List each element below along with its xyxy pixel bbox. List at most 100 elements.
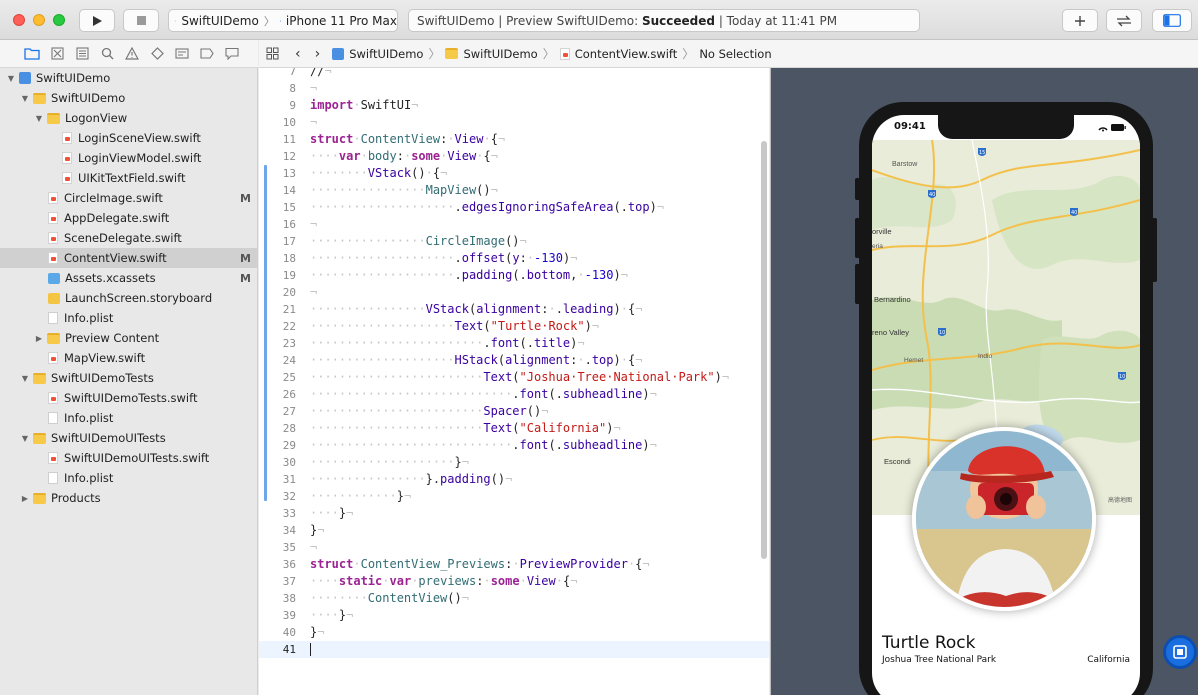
source-editor[interactable]: 7//¬ 8 ¬ 9 import·SwiftUI¬ 10 ¬ 11 struct·Co…: [259, 68, 769, 695]
preview-screen[interactable]: 09:41 Barstow orville eria Bernardino re…: [872, 115, 1140, 695]
jump-bar-selection[interactable]: No Selection: [699, 47, 771, 61]
code-review-button[interactable]: [1106, 9, 1142, 32]
forward-arrow-icon[interactable]: ›: [315, 46, 321, 62]
live-preview-button[interactable]: [1163, 635, 1197, 669]
tree-item-file[interactable]: SwiftUIDemoTests.swift: [0, 388, 257, 408]
disclosure-expanded-icon[interactable]: ▼: [20, 374, 30, 383]
close-window-button[interactable]: [13, 14, 25, 26]
sidebar-left-icon: [1163, 14, 1181, 27]
tree-item-file[interactable]: SceneDelegate.swift: [0, 228, 257, 248]
source-control-icon: [50, 47, 64, 60]
line-number: 7: [289, 68, 296, 78]
disclosure-expanded-icon[interactable]: ▼: [6, 74, 16, 83]
tree-item-group-uitests[interactable]: ▼ SwiftUIDemoUITests: [0, 428, 257, 448]
chevron-right-icon: 〉: [542, 47, 555, 61]
disclosure-expanded-icon[interactable]: ▼: [20, 94, 30, 103]
symbol-navigator-tab[interactable]: [74, 46, 90, 62]
stop-button[interactable]: [123, 9, 159, 32]
run-button[interactable]: [79, 9, 115, 32]
disclosure-expanded-icon[interactable]: ▼: [20, 434, 30, 443]
library-button[interactable]: [1062, 9, 1098, 32]
magnifier-icon: [101, 47, 113, 60]
editor-scrollbar[interactable]: [761, 141, 767, 559]
code-line: 40}¬: [259, 624, 769, 641]
issue-navigator-tab[interactable]: [124, 46, 140, 62]
modified-badge: M: [240, 271, 251, 285]
scheme-selector[interactable]: SwiftUIDemo 〉 iPhone 11 Pro Max: [168, 9, 398, 32]
modified-badge: M: [240, 191, 251, 205]
tree-item-file[interactable]: SwiftUIDemoUITests.swift: [0, 448, 257, 468]
disclosure-expanded-icon[interactable]: ▼: [34, 114, 44, 123]
line-number: 39: [282, 609, 296, 622]
debug-navigator-tab[interactable]: [174, 46, 190, 62]
tree-item-label: SwiftUIDemo: [51, 91, 126, 105]
project-navigator-tab[interactable]: [24, 46, 40, 62]
line-number: 12: [282, 150, 296, 163]
disclosure-collapsed-icon[interactable]: ▶: [34, 334, 44, 343]
line-number: 29: [282, 439, 296, 452]
folder-icon: [47, 112, 60, 124]
tree-item-file[interactable]: AppDelegate.swift: [0, 208, 257, 228]
tree-item-file[interactable]: Assets.xcassets M: [0, 268, 257, 288]
line-number: 20: [282, 286, 296, 299]
swift-file-icon: [48, 392, 58, 404]
tree-item-label: SwiftUIDemoUITests.swift: [64, 451, 210, 465]
tree-item-file[interactable]: Info.plist: [0, 468, 257, 488]
asset-catalog-icon: [48, 272, 60, 284]
tree-item-label: SwiftUIDemoTests.swift: [64, 391, 198, 405]
folder-icon: [33, 492, 46, 504]
tree-item-file[interactable]: Info.plist: [0, 408, 257, 428]
iphone-frame: 09:41 Barstow orville eria Bernardino re…: [859, 102, 1153, 695]
jump-bar-project[interactable]: SwiftUIDemo: [332, 47, 423, 61]
tree-item-file[interactable]: LaunchScreen.storyboard: [0, 288, 257, 308]
navigator-toggle-button[interactable]: [1152, 9, 1192, 32]
back-arrow-icon[interactable]: ‹: [295, 46, 301, 62]
code-line: 36 struct·ContentView_Previews:·PreviewPr…: [259, 556, 769, 573]
tree-item-file[interactable]: Info.plist: [0, 308, 257, 328]
modified-badge: M: [240, 251, 251, 265]
code-line: 13 ········VStack()·{¬: [259, 165, 769, 182]
source-control-navigator-tab[interactable]: [49, 46, 65, 62]
preview-canvas: 09:41 Barstow orville eria Bernardino re…: [770, 68, 1198, 695]
related-items-icon[interactable]: [266, 47, 280, 60]
zoom-window-button[interactable]: [53, 14, 65, 26]
line-number: 19: [282, 269, 296, 282]
line-number: 15: [282, 201, 296, 214]
chevron-right-icon: 〉: [428, 47, 441, 61]
line-number: 9: [289, 99, 296, 112]
tree-item-group-tests[interactable]: ▼ SwiftUIDemoTests: [0, 368, 257, 388]
minimize-window-button[interactable]: [33, 14, 45, 26]
report-navigator-tab[interactable]: [224, 46, 240, 62]
tree-item-file[interactable]: CircleImage.swift M: [0, 188, 257, 208]
tree-item-project[interactable]: ▼ SwiftUIDemo: [0, 68, 257, 88]
tree-item-file[interactable]: UIKitTextField.swift: [0, 168, 257, 188]
tree-item-group-products[interactable]: ▶ Products: [0, 488, 257, 508]
tree-item-file[interactable]: MapView.swift: [0, 348, 257, 368]
test-navigator-tab[interactable]: [149, 46, 165, 62]
code-line: 29 ····························.font(.sub…: [259, 437, 769, 454]
tree-item-group-swiftuidemo[interactable]: ▼ SwiftUIDemo: [0, 88, 257, 108]
jump-bar-group[interactable]: SwiftUIDemo: [445, 47, 538, 61]
tree-item-file[interactable]: LoginViewModel.swift: [0, 148, 257, 168]
swift-file-icon: [48, 452, 58, 464]
highway-shield-15: 15: [978, 148, 986, 156]
tree-item-file[interactable]: LoginSceneView.swift: [0, 128, 257, 148]
tree-item-group-logonview[interactable]: ▼ LogonView: [0, 108, 257, 128]
line-number: 37: [282, 575, 296, 588]
plist-file-icon: [48, 312, 58, 324]
folder-icon: [47, 332, 60, 344]
jump-bar-file[interactable]: ContentView.swift: [559, 47, 677, 61]
disclosure-collapsed-icon[interactable]: ▶: [20, 494, 30, 503]
preview-title: Turtle Rock: [882, 633, 976, 653]
child-with-camera-photo: [916, 431, 1092, 607]
code-line: 7//¬: [259, 68, 769, 80]
find-navigator-tab[interactable]: [99, 46, 115, 62]
tree-item-label: Info.plist: [64, 471, 114, 485]
tree-item-group-preview-content[interactable]: ▶ Preview Content: [0, 328, 257, 348]
chevron-right-icon: 〉: [263, 14, 275, 28]
code-line: 38 ········ContentView()¬: [259, 590, 769, 607]
tree-item-file-selected[interactable]: ContentView.swift M: [0, 248, 257, 268]
breakpoint-navigator-tab[interactable]: [199, 46, 215, 62]
tree-item-label: SwiftUIDemo: [36, 71, 111, 85]
tree-item-label: LogonView: [65, 111, 128, 125]
